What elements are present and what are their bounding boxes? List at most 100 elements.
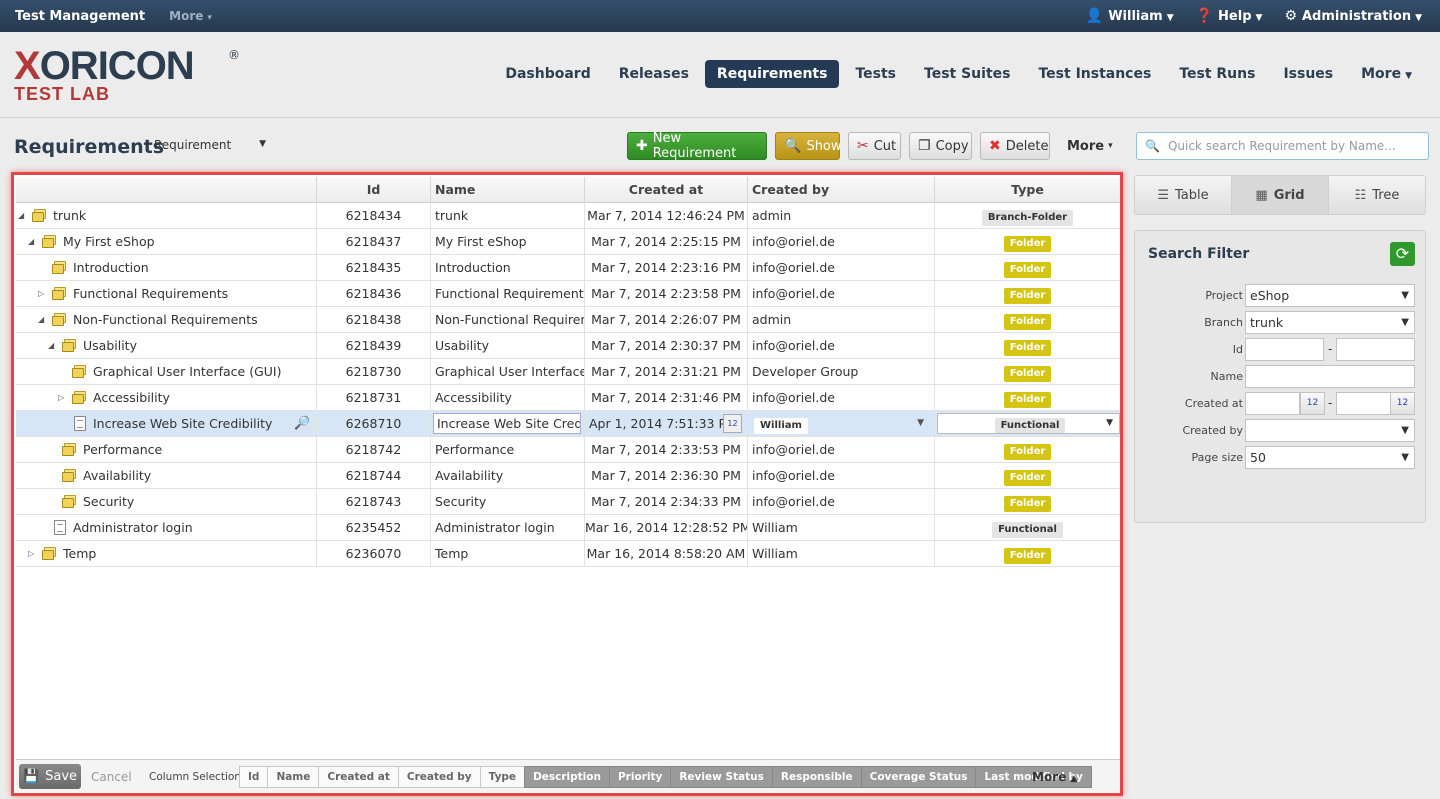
table-row[interactable]: ◢ My First eShop 6218437 My First eShop Mar …: [16, 229, 1120, 255]
show-button[interactable]: 🔍 Show: [775, 132, 842, 160]
folder-icon: [72, 391, 88, 404]
column-toggle-coverage-status[interactable]: Coverage Status: [860, 766, 977, 788]
calendar-icon[interactable]: 12: [1390, 392, 1415, 415]
project-select[interactable]: eShop ▼: [1245, 284, 1415, 307]
tree-cell[interactable]: Availability: [16, 463, 316, 489]
page-size-select[interactable]: 50 ▼: [1245, 446, 1415, 469]
expanded-toggle-icon[interactable]: ◢: [18, 203, 24, 228]
collapsed-toggle-icon[interactable]: ▷: [58, 385, 64, 410]
tree-cell[interactable]: ◢ My First eShop: [16, 229, 316, 255]
tree-cell[interactable]: ◢ Non-Functional Requirements: [16, 307, 316, 333]
nav-dashboard[interactable]: Dashboard: [493, 60, 602, 88]
tree-cell[interactable]: Graphical User Interface (GUI): [16, 359, 316, 385]
tree-cell[interactable]: ◢ Usability: [16, 333, 316, 359]
column-header-tree[interactable]: [16, 177, 316, 203]
column-header-type[interactable]: Type: [934, 177, 1120, 203]
column-toggle-priority[interactable]: Priority: [608, 766, 672, 788]
refresh-icon[interactable]: ⟳: [1390, 242, 1415, 266]
footer-more-button[interactable]: More ▲: [1032, 770, 1077, 784]
tree-cell[interactable]: Administrator login: [16, 515, 316, 541]
nav-tests[interactable]: Tests: [843, 60, 908, 88]
branch-select[interactable]: trunk ▼: [1245, 311, 1415, 334]
tree-cell[interactable]: ▷ Functional Requirements: [16, 281, 316, 307]
created-by-cell[interactable]: William ▼: [747, 411, 934, 437]
view-grid-button[interactable]: ▦ Grid: [1231, 176, 1328, 214]
tree-cell[interactable]: ◢ trunk: [16, 203, 316, 229]
id-to-input[interactable]: [1336, 338, 1415, 361]
table-row[interactable]: ▷ Functional Requirements 6218436 Functiona…: [16, 281, 1120, 307]
tree-cell[interactable]: ▷ Accessibility: [16, 385, 316, 411]
column-toggle-name[interactable]: Name: [267, 766, 320, 788]
created-by-select[interactable]: ▼: [1245, 419, 1415, 442]
tree-cell[interactable]: Security: [16, 489, 316, 515]
collapsed-toggle-icon[interactable]: ▷: [38, 281, 44, 306]
view-tree-button[interactable]: ☷ Tree: [1328, 176, 1425, 214]
view-table-button[interactable]: ☰ Table: [1135, 176, 1231, 214]
new-requirement-button[interactable]: ✚ New Requirement: [627, 131, 767, 161]
delete-button[interactable]: ✖ Delete: [980, 132, 1050, 160]
expanded-toggle-icon[interactable]: ◢: [28, 229, 34, 254]
logo[interactable]: XORICON TEST LAB ®: [14, 46, 240, 103]
column-toggle-id[interactable]: Id: [239, 766, 269, 788]
nav-issues[interactable]: Issues: [1271, 60, 1345, 88]
nav-requirements[interactable]: Requirements: [704, 60, 840, 88]
expanded-toggle-icon[interactable]: ◢: [48, 333, 54, 358]
column-toggle-created-at[interactable]: Created at: [318, 766, 399, 788]
table-row[interactable]: Administrator login 6235452 Administrator …: [16, 515, 1120, 541]
copy-button[interactable]: ❐ Copy: [909, 132, 972, 160]
save-button[interactable]: 💾 Save: [19, 764, 81, 789]
column-toggle-created-by[interactable]: Created by: [397, 766, 481, 788]
table-row[interactable]: Graphical User Interface (GUI) 6218730 Gra…: [16, 359, 1120, 385]
created-by-cell: info@oriel.de: [747, 385, 934, 411]
calendar-icon[interactable]: 12: [1300, 392, 1325, 415]
table-row[interactable]: ◢ Non-Functional Requirements 6218438 Non-F…: [16, 307, 1120, 333]
calendar-icon[interactable]: 12: [723, 414, 742, 433]
column-header-name[interactable]: Name: [430, 177, 584, 203]
type-select[interactable]: Requirement ▼: [154, 138, 266, 152]
column-toggle-responsible[interactable]: Responsible: [771, 766, 862, 788]
admin-menu[interactable]: ⚙ Administration ▼: [1284, 8, 1422, 24]
id-from-input[interactable]: [1245, 338, 1324, 361]
column-header-created-by[interactable]: Created by: [747, 177, 934, 203]
table-row[interactable]: Security 6218743 Security Mar 7, 2014 2:34:…: [16, 489, 1120, 515]
column-toggle-review-status[interactable]: Review Status: [670, 766, 773, 788]
help-menu[interactable]: ❓ Help ▼: [1196, 8, 1263, 24]
magnifier-icon[interactable]: 🔎: [294, 411, 310, 436]
tree-cell[interactable]: Increase Web Site Credibility 🔎: [16, 411, 316, 437]
user-menu[interactable]: 👤 William ▼: [1086, 8, 1174, 24]
table-row[interactable]: ▷ Accessibility 6218731 Accessibility Mar 7,…: [16, 385, 1120, 411]
tree-cell[interactable]: ▷ Temp: [16, 541, 316, 567]
table-row[interactable]: Introduction 6218435 Introduction Mar 7, 20…: [16, 255, 1120, 281]
table-row[interactable]: Availability 6218744 Availability Mar 7, 20…: [16, 463, 1120, 489]
nav-releases[interactable]: Releases: [607, 60, 701, 88]
created-to-input[interactable]: [1336, 392, 1391, 415]
nav-test-instances[interactable]: Test Instances: [1026, 60, 1163, 88]
table-row[interactable]: Performance 6218742 Performance Mar 7, 2014…: [16, 437, 1120, 463]
tree-cell[interactable]: Performance: [16, 437, 316, 463]
cancel-button[interactable]: Cancel: [91, 770, 132, 784]
cut-button[interactable]: ✂ Cut: [848, 132, 901, 160]
column-toggle-description[interactable]: Description: [524, 766, 610, 788]
nav-test-suites[interactable]: Test Suites: [912, 60, 1022, 88]
column-header-id[interactable]: Id: [316, 177, 430, 203]
top-more-menu[interactable]: More ▾: [169, 9, 212, 23]
column-toggle-type[interactable]: Type: [479, 766, 526, 788]
name-input[interactable]: [1245, 365, 1415, 388]
quick-search-input[interactable]: 🔍 Quick search Requirement by Name...: [1136, 132, 1429, 160]
table-row[interactable]: ◢ trunk 6218434 trunk Mar 7, 2014 12:46:24 P…: [16, 203, 1120, 229]
table-row[interactable]: ▷ Temp 6236070 Temp Mar 16, 2014 8:58:20 AM W…: [16, 541, 1120, 567]
expanded-toggle-icon[interactable]: ◢: [38, 307, 44, 332]
column-header-created-at[interactable]: Created at: [584, 177, 747, 203]
table-row[interactable]: ◢ Usability 6218439 Usability Mar 7, 2014 2:…: [16, 333, 1120, 359]
created-from-input[interactable]: [1245, 392, 1300, 415]
app-title[interactable]: Test Management: [15, 9, 145, 24]
nav-test-runs[interactable]: Test Runs: [1167, 60, 1267, 88]
nav-more[interactable]: More ▼: [1349, 60, 1424, 88]
list-icon: ☰: [1157, 187, 1170, 203]
name-edit-input[interactable]: Increase Web Site Credibi: [433, 413, 581, 434]
tree-cell[interactable]: Introduction: [16, 255, 316, 281]
table-row[interactable]: Increase Web Site Credibility 🔎 6268710 Inc…: [16, 411, 1120, 437]
toolbar-more-button[interactable]: More ▾: [1059, 132, 1119, 160]
type-select[interactable]: Functional ▼: [937, 413, 1120, 434]
collapsed-toggle-icon[interactable]: ▷: [28, 541, 34, 566]
